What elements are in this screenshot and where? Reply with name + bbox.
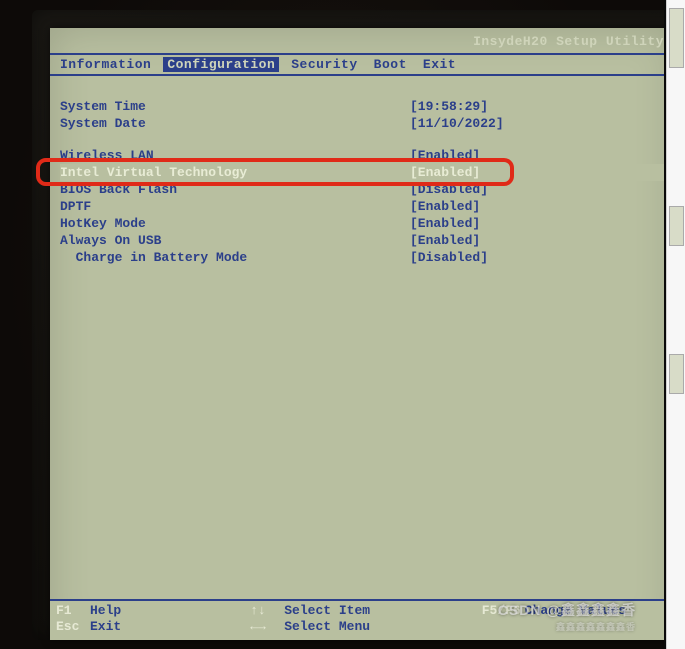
menu-bar: Information Configuration Security Boot … [50,53,664,76]
setting-label: BIOS Back Flash [60,182,410,197]
setting-value[interactable]: [Enabled] [410,165,530,180]
settings-panel: System Time [19:58:29] System Date [11/1… [50,76,664,574]
setting-label: System Date [60,116,410,131]
setting-label: Intel Virtual Technology [60,165,410,180]
setting-label: Always On USB [60,233,410,248]
setting-row[interactable]: System Date [11/10/2022] [60,115,664,132]
watermark-main: CSDN @鑫鑫鑫鑫香 [498,602,636,618]
tab-exit[interactable]: Exit [419,57,460,72]
leftright-icon: ←→ [250,619,280,634]
tab-security[interactable]: Security [287,57,361,72]
select-menu-label: Select Menu [284,619,370,634]
thumbnail[interactable] [669,206,684,246]
setting-row[interactable]: Wireless LAN [Enabled] [60,147,664,164]
setting-value[interactable]: [Disabled] [410,182,530,197]
tab-boot[interactable]: Boot [370,57,411,72]
thumbnail-strip [666,0,685,649]
watermark: CSDN @鑫鑫鑫鑫香 鑫鑫鑫鑫鑫鑫鑫香 [498,600,636,633]
updown-icon: ↑↓ [250,603,280,618]
setting-value[interactable]: [Enabled] [410,216,530,231]
setting-value[interactable]: [Enabled] [410,233,530,248]
thumbnail[interactable] [669,354,684,394]
page-title: InsydeH20 Setup Utility [50,28,664,53]
bios-screen: InsydeH20 Setup Utility Information Conf… [50,28,664,640]
exit-label: Exit [90,619,121,634]
help-label: Help [90,603,121,618]
photo-frame: InsydeH20 Setup Utility Information Conf… [0,0,664,649]
setting-label: System Time [60,99,410,114]
setting-row[interactable]: Charge in Battery Mode [Disabled] [60,249,664,266]
setting-row[interactable]: DPTF [Enabled] [60,198,664,215]
setting-value[interactable]: [19:58:29] [410,99,530,114]
setting-value[interactable]: [Disabled] [410,250,530,265]
thumbnail[interactable] [669,8,684,68]
setting-row[interactable]: System Time [19:58:29] [60,98,664,115]
setting-value[interactable]: [11/10/2022] [410,116,530,131]
setting-row[interactable]: HotKey Mode [Enabled] [60,215,664,232]
setting-label: Wireless LAN [60,148,410,163]
setting-label: DPTF [60,199,410,214]
select-item-label: Select Item [284,603,370,618]
setting-row[interactable]: BIOS Back Flash [Disabled] [60,181,664,198]
exit-key: Esc [56,619,86,634]
tab-information[interactable]: Information [56,57,155,72]
setting-label: HotKey Mode [60,216,410,231]
watermark-sub: 鑫鑫鑫鑫鑫鑫鑫香 [498,620,636,633]
spacer [60,132,664,147]
setting-value[interactable]: [Enabled] [410,148,530,163]
setting-value[interactable]: [Enabled] [410,199,530,214]
help-key: F1 [56,603,86,618]
setting-row-selected[interactable]: Intel Virtual Technology [Enabled] [60,164,664,181]
setting-row[interactable]: Always On USB [Enabled] [60,232,664,249]
setting-label: Charge in Battery Mode [60,250,410,265]
tab-configuration[interactable]: Configuration [163,57,279,72]
